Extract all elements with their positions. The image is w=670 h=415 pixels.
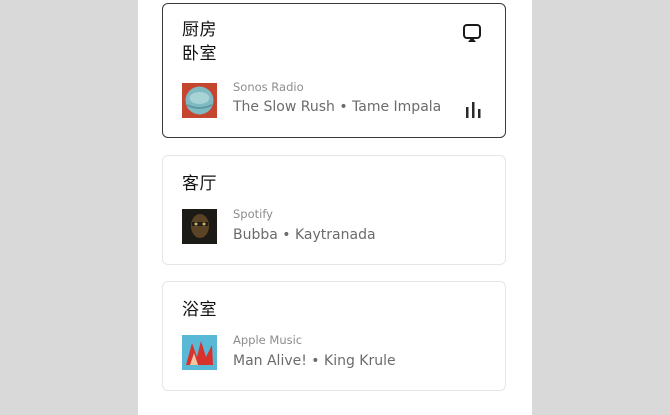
- music-service: Sonos Radio: [233, 80, 304, 94]
- room-name: 客厅: [182, 174, 217, 194]
- now-playing-track: Man Alive! • King Krule: [233, 353, 396, 369]
- room-card-bathroom[interactable]: 浴室 Apple Music Man Alive! • King Krule: [162, 281, 506, 391]
- equalizer-icon[interactable]: [464, 100, 484, 122]
- album-art-bubba: [182, 209, 217, 244]
- album-art-the-slow-rush: [182, 83, 217, 118]
- room-list-panel: 厨房 卧室 Sonos Radio The Slow Rush • Tame I…: [138, 0, 532, 415]
- now-playing-track: The Slow Rush • Tame Impala: [233, 99, 442, 115]
- room-card-living-room[interactable]: 客厅 Spotify Bubba • Kaytranada: [162, 155, 506, 265]
- room-name: 厨房 卧室: [182, 20, 217, 64]
- music-service: Spotify: [233, 207, 273, 221]
- music-service: Apple Music: [233, 333, 303, 347]
- album-art-man-alive: [182, 335, 217, 370]
- room-card-kitchen-bedroom[interactable]: 厨房 卧室 Sonos Radio The Slow Rush • Tame I…: [162, 3, 506, 138]
- airplay-icon[interactable]: [461, 22, 483, 48]
- room-name: 浴室: [182, 300, 217, 320]
- now-playing-track: Bubba • Kaytranada: [233, 227, 376, 243]
